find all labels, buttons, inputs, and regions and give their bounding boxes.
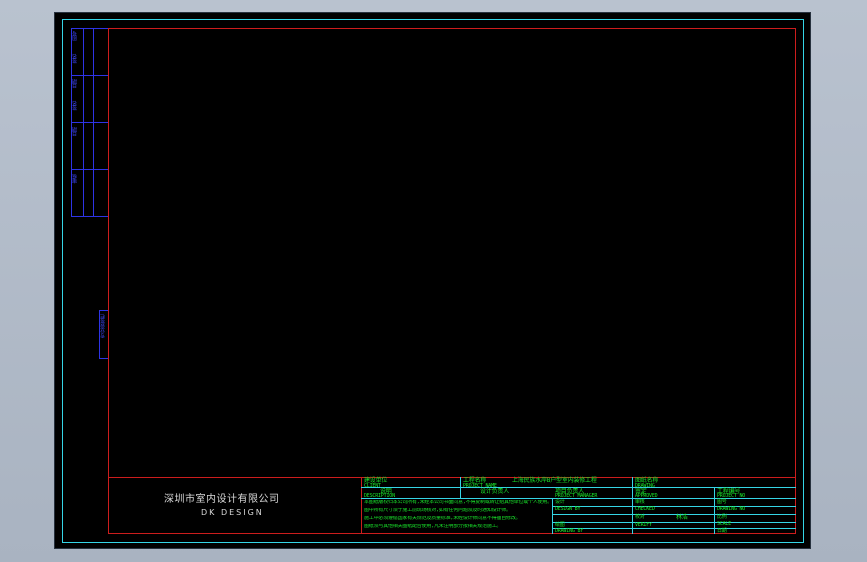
company-name-cn: 深圳市室内设计有限公司 bbox=[164, 494, 280, 505]
strip-rotated-label: 专业会签栏 bbox=[100, 314, 106, 339]
checked-en: CHECKED bbox=[635, 506, 655, 512]
strip-label-3: 日期 bbox=[72, 79, 78, 89]
strip-label-2: 签名 bbox=[72, 54, 78, 64]
drawing-frame bbox=[108, 28, 796, 534]
strip-label-4: 签名 bbox=[72, 101, 78, 111]
note-2: 图中所有尺寸须于施工前现场核对,如有任何问题须及时通知设计师。 bbox=[364, 508, 511, 513]
scale-en: SCALE bbox=[717, 521, 732, 527]
description-label-en: DESCRIPTION bbox=[364, 493, 395, 499]
sheet-no-cn: 图号 bbox=[717, 499, 727, 505]
project-name: 上海民族水岸B户型室内装修工程 bbox=[512, 477, 597, 484]
company-name-en: DK DESIGN bbox=[201, 508, 264, 517]
designer-en: DESIGN BY bbox=[555, 506, 581, 512]
drawn-en: DRAWING BY bbox=[555, 528, 584, 534]
strip-label-5: 日期 bbox=[72, 127, 78, 137]
client-label-en: CLIENT bbox=[364, 483, 381, 489]
verified-en: VERIFY bbox=[635, 522, 652, 528]
note-4: 图纸须与其他相关图纸配合使用,凡未注明部分按相关规范施工。 bbox=[364, 524, 502, 529]
scale-cn: 比例 bbox=[717, 514, 727, 520]
date-cn: 日期 bbox=[717, 528, 727, 534]
verified-cn: 校对 bbox=[635, 514, 645, 520]
strip-label-1: 图号 bbox=[72, 31, 78, 41]
strip-label-6: 审核 bbox=[72, 174, 78, 184]
note-3: 施工中必须遵循国家有关规范及质量标准,未经设计师同意不得擅自修改。 bbox=[364, 516, 521, 521]
sheet-no-en: DRAWING NO bbox=[717, 506, 746, 512]
note-1: 本图纸版权归本公司所有,未经本公司书面同意,不得复制或转让给其他单位或个人使用。 bbox=[364, 500, 550, 505]
specialty-label: 设计负责人 bbox=[480, 488, 510, 495]
checker-name: 林浩 bbox=[676, 514, 688, 521]
designer-cn: 设计 bbox=[555, 499, 565, 505]
checked-cn: 审核 bbox=[635, 499, 645, 505]
